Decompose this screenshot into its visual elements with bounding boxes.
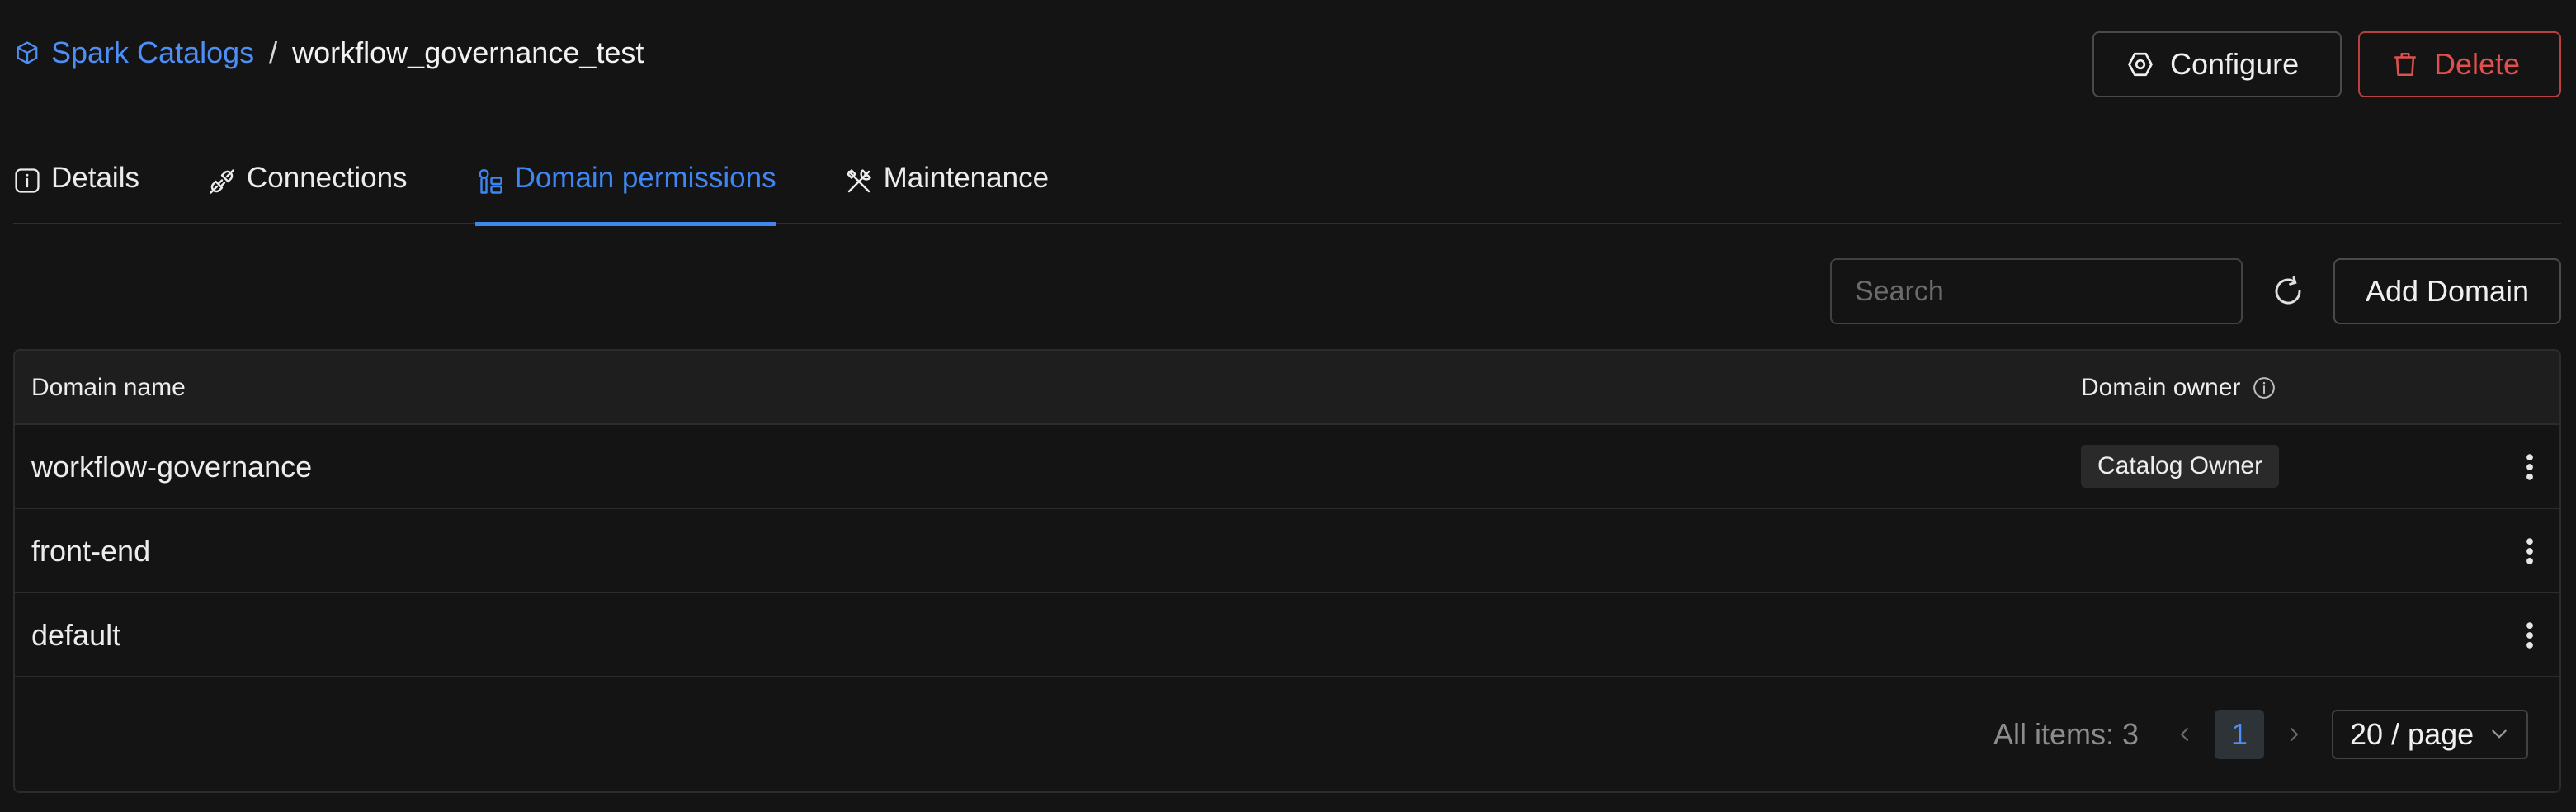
delete-label: Delete <box>2434 47 2521 81</box>
tab-label: Details <box>51 162 139 194</box>
table-row[interactable]: default <box>15 593 2559 677</box>
search-input[interactable] <box>1830 258 2243 324</box>
configure-button[interactable]: Configure <box>2092 31 2342 97</box>
owner-badge: Catalog Owner <box>2081 445 2280 488</box>
breadcrumb: Spark Catalogs / workflow_governance_tes… <box>15 31 644 74</box>
domain-table: Domain name Domain owner workflow-govern… <box>13 349 2561 793</box>
tools-icon <box>846 169 871 193</box>
table-row[interactable]: front-end <box>15 509 2559 593</box>
pagination: All items: 3 1 20 / page <box>1993 710 2528 759</box>
column-header-domain-name: Domain name <box>31 374 186 401</box>
column-header-label: Domain owner <box>2081 374 2241 401</box>
next-page-button[interactable] <box>2277 718 2310 751</box>
delete-button[interactable]: Delete <box>2358 31 2561 97</box>
breadcrumb-separator: / <box>269 35 278 69</box>
refresh-button[interactable] <box>2271 274 2305 309</box>
chevron-left-icon <box>2180 728 2188 741</box>
tab-maintenance[interactable]: Maintenance <box>844 152 1049 224</box>
tab-bar: Details Connections Domain permissions M… <box>13 152 2561 226</box>
tab-connections[interactable]: Connections <box>207 152 408 224</box>
tab-label: Domain permissions <box>514 162 776 194</box>
table-header: Domain name Domain owner <box>15 351 2559 425</box>
chevron-right-icon <box>2291 728 2299 741</box>
breadcrumb-parent-label: Spark Catalogs <box>51 35 255 69</box>
cube-icon <box>17 41 38 64</box>
breadcrumb-link-spark-catalogs[interactable]: Spark Catalogs <box>15 35 254 70</box>
more-vertical-icon[interactable] <box>2522 537 2538 565</box>
more-vertical-icon[interactable] <box>2522 453 2538 481</box>
refresh-icon <box>2275 276 2301 304</box>
prev-page-button[interactable] <box>2168 718 2201 751</box>
domain-permissions-icon <box>479 168 502 194</box>
gear-icon <box>2128 52 2153 77</box>
info-icon <box>15 168 40 193</box>
trash-icon <box>2394 52 2416 77</box>
domain-name-cell: workflow-governance <box>31 450 313 484</box>
plug-icon <box>210 169 234 194</box>
info-circle-icon[interactable] <box>2252 375 2276 400</box>
add-domain-button[interactable]: Add Domain <box>2333 258 2561 324</box>
domain-name-cell: default <box>31 618 121 652</box>
configure-label: Configure <box>2170 47 2300 81</box>
column-header-domain-owner: Domain owner <box>2081 374 2276 402</box>
total-items-label: All items: 3 <box>1993 717 2139 751</box>
chevron-down-icon <box>2492 729 2507 739</box>
page-number-current[interactable]: 1 <box>2215 710 2264 759</box>
page-title: workflow_governance_test <box>292 35 644 69</box>
add-domain-label: Add Domain <box>2365 274 2530 308</box>
tab-details[interactable]: Details <box>13 152 139 224</box>
header-actions: Configure Delete <box>2092 31 2561 97</box>
page-size-select[interactable]: 20 / page <box>2332 710 2528 759</box>
tab-label: Connections <box>246 162 408 194</box>
page-size-value: 20 / page <box>2350 717 2475 751</box>
tab-label: Maintenance <box>883 162 1050 194</box>
table-row[interactable]: workflow-governance Catalog Owner <box>15 425 2559 509</box>
domain-name-cell: front-end <box>31 534 151 568</box>
more-vertical-icon[interactable] <box>2522 621 2538 649</box>
tab-domain-permissions[interactable]: Domain permissions <box>474 152 776 226</box>
